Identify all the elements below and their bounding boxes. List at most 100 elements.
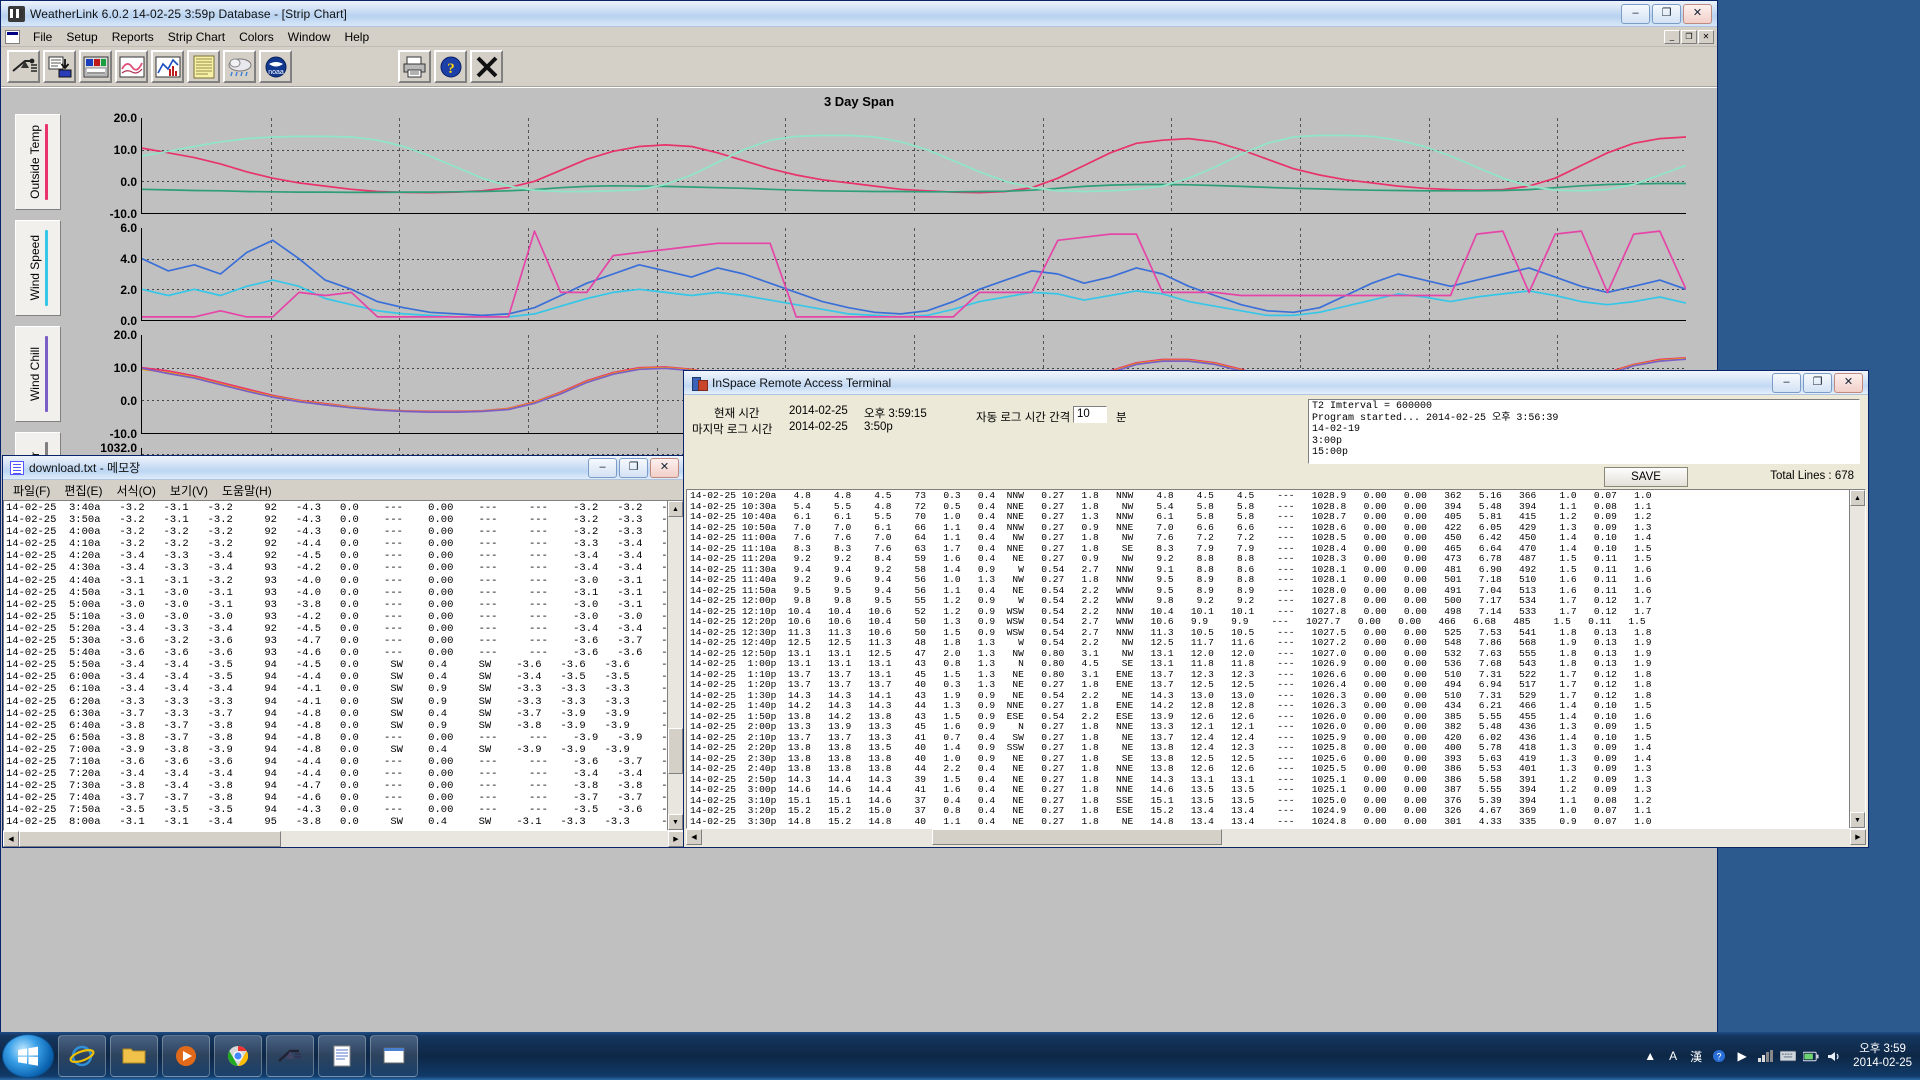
arrow-icon[interactable]: ▶ (1734, 1048, 1750, 1064)
scroll-thumb-h[interactable] (19, 831, 281, 847)
scroll-up-arrow-icon[interactable]: ▲ (1850, 490, 1865, 506)
scroll-thumb-h[interactable] (932, 829, 1222, 845)
inspace-close-button[interactable]: ✕ (1834, 372, 1863, 393)
weatherlink-app-icon (8, 5, 25, 22)
notepad-vertical-scrollbar[interactable]: ▲ ▼ (667, 501, 683, 830)
save-button[interactable]: SAVE (1604, 467, 1688, 487)
scroll-track[interactable] (668, 517, 683, 728)
weatherlink-icon[interactable] (266, 1035, 314, 1077)
inspace-horizontal-scrollbar[interactable]: ◀ ▶ (686, 829, 1866, 845)
panel-tab-wind-chill[interactable]: Wind Chill (15, 326, 61, 422)
panel-tab-label-wind-speed: Wind Speed (28, 235, 42, 301)
maximize-button[interactable]: ❐ (1652, 3, 1681, 24)
taskbar-clock[interactable]: 오후 3:59 2014-02-25 (1849, 1042, 1912, 1070)
mdi-minimize-button[interactable]: _ (1664, 29, 1680, 44)
notepad-text-area[interactable]: 14-02-25 3:40a -3.2 -3.1 -3.2 92 -4.3 0.… (3, 500, 684, 831)
panel-tab-wind-speed[interactable]: Wind Speed (15, 220, 61, 316)
battery-icon[interactable] (1803, 1048, 1819, 1064)
network-icon[interactable] (1757, 1048, 1773, 1064)
help-icon[interactable]: ? (1711, 1048, 1727, 1064)
auto-log-interval-input[interactable]: 10 (1073, 406, 1107, 423)
scroll-track-h[interactable] (19, 831, 668, 847)
weather-icon[interactable] (223, 50, 256, 83)
volume-icon[interactable] (1826, 1048, 1842, 1064)
scroll-down-arrow-icon[interactable]: ▼ (1850, 812, 1865, 828)
notepad-titlebar: download.txt - 메모장 – ❐ ✕ (3, 456, 684, 480)
inspace-title: InSpace Remote Access Terminal (712, 375, 892, 390)
close-toolbar-icon[interactable] (470, 50, 503, 83)
notepad-menu-edit[interactable]: 편집(E) (57, 480, 109, 501)
panel-tab-outside-temp[interactable]: Outside Temp (15, 114, 61, 210)
ime-a-icon[interactable]: A (1665, 1048, 1681, 1064)
menu-colors[interactable]: Colors (232, 28, 281, 46)
ytick: 0.0 (120, 314, 137, 328)
menu-window[interactable]: Window (281, 28, 338, 46)
menu-help[interactable]: Help (337, 28, 376, 46)
label-auto-log-interval: 자동 로그 시간 간격 (976, 412, 1071, 424)
media-player-icon[interactable] (162, 1035, 210, 1077)
scroll-track-lower[interactable] (668, 774, 683, 814)
mdi-restore-button[interactable]: ❐ (1681, 29, 1697, 44)
scroll-up-arrow-icon[interactable]: ▲ (668, 501, 683, 517)
notepad-menu-file[interactable]: 파일(F) (6, 480, 57, 501)
station-icon[interactable] (7, 50, 40, 83)
scroll-down-arrow-icon[interactable]: ▼ (668, 814, 683, 830)
notepad-menubar: 파일(F) 편집(E) 서식(O) 보기(V) 도움말(H) (3, 480, 684, 500)
inspace-window-controls: – ❐ ✕ (1772, 372, 1865, 393)
chevron-up-icon[interactable]: ▲ (1642, 1048, 1658, 1064)
ytick: 2.0 (120, 283, 137, 297)
inspace-window: InSpace Remote Access Terminal – ❐ ✕ 현재 … (683, 370, 1869, 848)
chart-title: 3 Day Span (823, 94, 895, 109)
notepad-menu-format[interactable]: 서식(O) (109, 480, 162, 501)
scroll-thumb[interactable] (668, 728, 683, 774)
scroll-right-arrow-icon[interactable]: ▶ (668, 831, 684, 847)
start-button[interactable] (2, 1034, 54, 1078)
mdi-window-controls: _ ❐ ✕ (1664, 29, 1717, 44)
inspace-vertical-scrollbar[interactable]: ▲ ▼ (1849, 490, 1865, 828)
total-lines-status: Total Lines : 678 (1770, 470, 1854, 482)
notepad-content[interactable]: 14-02-25 3:40a -3.2 -3.1 -3.2 92 -4.3 0.… (4, 501, 667, 830)
help-icon[interactable]: ? (434, 50, 467, 83)
summary-icon[interactable] (115, 50, 148, 83)
notepad-icon[interactable] (318, 1035, 366, 1077)
inspace-data-grid[interactable]: 14-02-25 10:20a 4.8 4.8 4.5 73 0.3 0.4 N… (686, 489, 1866, 829)
value-current-date: 2014-02-25 (789, 405, 848, 417)
notepad-maximize-button[interactable]: ❐ (619, 457, 648, 478)
notepad-menu-view[interactable]: 보기(V) (163, 480, 215, 501)
scroll-track[interactable] (1850, 506, 1865, 812)
notepad-minimize-button[interactable]: – (588, 457, 617, 478)
menu-file[interactable]: File (26, 28, 59, 46)
plot-icon[interactable] (151, 50, 184, 83)
menu-reports[interactable]: Reports (105, 28, 161, 46)
notepad-close-button[interactable]: ✕ (650, 457, 679, 478)
internet-explorer-icon[interactable] (58, 1035, 106, 1077)
inspace-grid-content[interactable]: 14-02-25 10:20a 4.8 4.8 4.5 73 0.3 0.4 N… (687, 490, 1849, 828)
menu-setup[interactable]: Setup (59, 28, 104, 46)
file-explorer-icon[interactable] (110, 1035, 158, 1077)
taskbar: ▲ A 漢 ? ▶ 오후 3:59 2014-02-25 (0, 1032, 1920, 1080)
bulletin-icon[interactable] (79, 50, 112, 83)
minimize-button[interactable]: – (1621, 3, 1650, 24)
scroll-left-arrow-icon[interactable]: ◀ (686, 829, 702, 845)
report-icon[interactable] (187, 50, 220, 83)
scroll-right-arrow-icon[interactable]: ▶ (1850, 829, 1866, 845)
inspace-maximize-button[interactable]: ❐ (1803, 372, 1832, 393)
notepad-horizontal-scrollbar[interactable]: ◀ ▶ (3, 831, 684, 847)
scroll-left-arrow-icon[interactable]: ◀ (3, 831, 19, 847)
print-icon[interactable] (398, 50, 431, 83)
inspace-icon[interactable] (370, 1035, 418, 1077)
menu-strip-chart[interactable]: Strip Chart (161, 28, 232, 46)
close-button[interactable]: ✕ (1683, 3, 1712, 24)
ime-hanja-icon[interactable]: 漢 (1688, 1048, 1704, 1064)
noaa-icon[interactable]: noaa (259, 50, 292, 83)
scroll-track-h[interactable] (702, 829, 1850, 845)
inspace-minimize-button[interactable]: – (1772, 372, 1801, 393)
mdi-close-button[interactable]: ✕ (1698, 29, 1714, 44)
chrome-icon[interactable] (214, 1035, 262, 1077)
inspace-app-icon (692, 376, 708, 391)
download-icon[interactable] (43, 50, 76, 83)
ytick: 20.0 (113, 111, 137, 125)
plot-outside-temp (141, 118, 1686, 214)
notepad-menu-help[interactable]: 도움말(H) (215, 480, 279, 501)
keyboard-icon[interactable] (1780, 1048, 1797, 1064)
